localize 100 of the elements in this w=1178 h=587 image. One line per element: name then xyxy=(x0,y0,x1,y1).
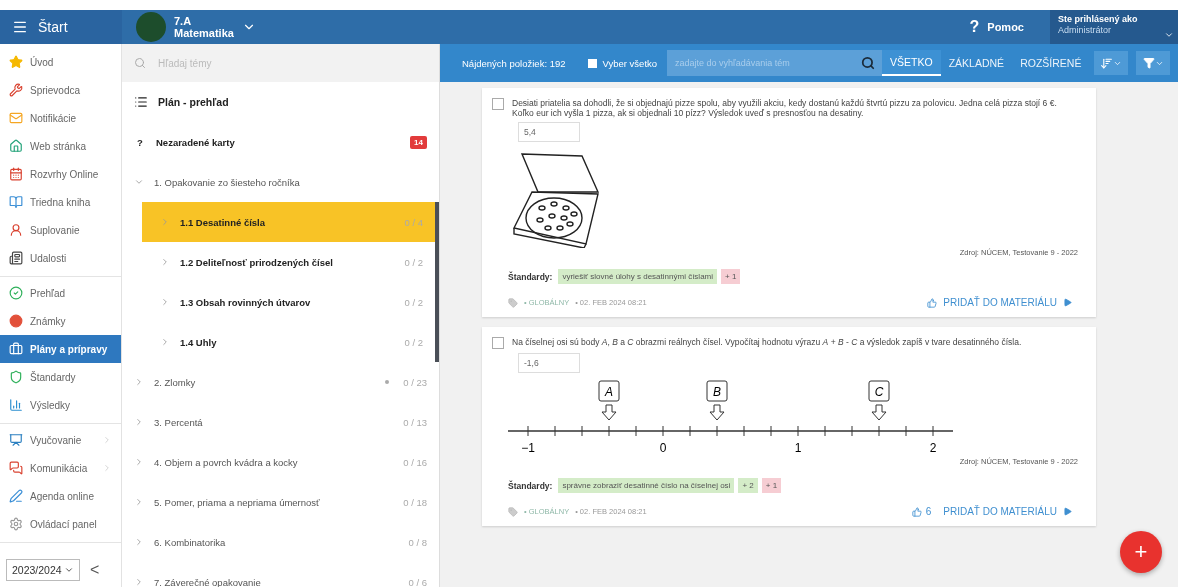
answer-field: -1,6 xyxy=(518,353,580,373)
chevron-right-icon xyxy=(134,537,144,547)
sidebar-item[interactable]: Sprievodca xyxy=(0,76,121,104)
newspaper-icon xyxy=(9,251,23,265)
card-checkbox[interactable] xyxy=(492,337,504,349)
search-button[interactable] xyxy=(854,50,883,76)
circle-icon xyxy=(9,314,23,328)
year-select[interactable]: 2023/2024 xyxy=(6,559,80,581)
sidebar-item[interactable]: Ovládací panel xyxy=(0,510,121,538)
collapse-button[interactable]: < xyxy=(90,561,100,579)
chevron-down-icon xyxy=(134,177,144,187)
standard-tag: + 1 xyxy=(721,269,741,284)
axis-label: 2 xyxy=(929,441,937,455)
shield-icon xyxy=(9,370,23,384)
sidebar-item[interactable]: Notifikácie xyxy=(0,104,121,132)
sidebar-item[interactable]: Udalosti xyxy=(0,244,121,272)
topic-count: 0 / 13 xyxy=(403,416,427,428)
sidebar-item[interactable]: Štandardy xyxy=(0,363,121,391)
play-icon xyxy=(1063,507,1072,516)
topic-count: 0 / 2 xyxy=(404,296,423,308)
book-icon xyxy=(9,195,23,209)
dot-icon xyxy=(385,380,390,384)
point-label: A xyxy=(605,385,613,399)
sidebar-item[interactable]: Triedna kniha xyxy=(0,188,121,216)
add-button[interactable]: + xyxy=(1120,531,1162,573)
standards-label: Štandardy: xyxy=(508,271,553,282)
sidebar-item[interactable]: Úvod xyxy=(0,48,121,76)
topic-count: 0 / 4 xyxy=(404,216,423,228)
calendar-icon xyxy=(9,167,23,181)
check-circle-icon xyxy=(9,286,23,300)
add-to-material-button[interactable]: PRIDAŤ DO MATERIÁLU xyxy=(921,296,1078,309)
user-menu[interactable]: Ste prihlásený ako Administrátor xyxy=(1050,10,1178,44)
user-icon xyxy=(9,223,23,237)
topic-count: 0 / 23 xyxy=(403,376,427,388)
topic-count: 0 / 6 xyxy=(408,576,427,587)
subject-name: Matematika xyxy=(174,27,234,39)
question-text: Desiati priatelia sa dohodli, že si objednajú pizze spolu, aby využili akciu, kedy dostanú každú štvrtú pizzu za polovicu. Jedna celá pizza stojí 6 €. Koľko eur ich vyšla 1 pizza, ak si objednali 10 pízz? Výsledok uveď s presnosťou na desatiny. xyxy=(512,98,1058,118)
topic-count: 0 / 8 xyxy=(408,536,427,548)
chevron-right-icon xyxy=(134,497,144,507)
bar-chart-icon xyxy=(9,398,23,412)
play-icon xyxy=(1063,298,1072,307)
topic-count: 0 / 2 xyxy=(404,256,423,268)
subtopic-item[interactable]: 1.1 Desatinné čísla 0 / 4 xyxy=(142,202,439,242)
sidebar-item[interactable]: Prehľad xyxy=(0,279,121,307)
sidebar-item[interactable]: Výsledky xyxy=(0,391,121,419)
filter-tab[interactable]: ROZŠÍRENÉ xyxy=(1012,50,1090,76)
filter-button[interactable] xyxy=(1136,51,1170,75)
sidebar-item[interactable]: Známky xyxy=(0,307,121,335)
star-icon xyxy=(9,55,23,69)
topic-count: 0 / 18 xyxy=(403,496,427,508)
chevron-right-icon xyxy=(134,417,144,427)
thumbs-up-icon xyxy=(927,297,938,308)
help-button[interactable]: ? Pomoc xyxy=(963,17,1030,37)
search-icon xyxy=(861,56,876,70)
standards-label: Štandardy: xyxy=(508,480,553,491)
search-icon xyxy=(134,57,146,69)
axis-label: 0 xyxy=(659,441,667,455)
topic-count: 0 / 2 xyxy=(404,336,423,348)
chevron-right-icon xyxy=(102,435,112,445)
class-photo-placeholder xyxy=(136,12,166,42)
sidebar-item[interactable]: Agenda online xyxy=(0,482,121,510)
settings-icon xyxy=(9,517,23,531)
axis-label: 1 xyxy=(794,441,802,455)
sidebar-item[interactable]: Rozvrhy Online xyxy=(0,160,121,188)
point-label: B xyxy=(713,385,721,399)
sidebar-item[interactable]: Komunikácia xyxy=(0,454,121,482)
chevron-right-icon xyxy=(160,337,170,347)
point-label: C xyxy=(874,385,884,399)
card-checkbox[interactable] xyxy=(492,98,504,110)
pen-icon xyxy=(9,489,23,503)
search-field[interactable]: zadajte do vyhľadávania tém xyxy=(667,50,856,76)
chevron-right-icon xyxy=(134,377,144,387)
sidebar-item[interactable]: Plány a prípravy xyxy=(0,335,121,363)
wrench-icon xyxy=(9,83,23,97)
menu-icon xyxy=(12,19,28,35)
standard-tag: + 2 xyxy=(738,478,758,493)
sidebar-item[interactable]: Web stránka xyxy=(0,132,121,160)
filter-icon xyxy=(1142,57,1155,69)
start-menu-button[interactable]: Štart xyxy=(0,10,122,44)
mail-icon xyxy=(9,111,23,125)
like-count[interactable]: 6 xyxy=(911,506,932,517)
caret-icon xyxy=(64,565,74,575)
home-icon xyxy=(9,139,23,153)
chevron-right-icon xyxy=(134,577,144,587)
list-icon xyxy=(134,95,148,109)
sidebar-item[interactable]: Vyučovanie xyxy=(0,426,121,454)
standard-tag: správne zobraziť desatinné číslo na číselnej osi xyxy=(558,478,735,493)
question-text: Na číselnej osi sú body A, B a C obrazmi reálnych čísel. Vypočítaj hodnotu výrazu A + B - C a výsledok zapíš v tvare desatinného čísla. xyxy=(512,337,1022,349)
axis-label: −1 xyxy=(521,441,535,455)
sort-button[interactable] xyxy=(1094,51,1128,75)
count-badge: 14 xyxy=(410,135,427,149)
topic-count: 0 / 16 xyxy=(403,456,427,468)
filter-tab[interactable]: VŠETKO xyxy=(882,50,941,76)
sort-icon xyxy=(1100,56,1113,70)
add-to-material-button[interactable]: PRIDAŤ DO MATERIÁLU xyxy=(937,505,1078,518)
standard-tag: vyriešiť slovné úlohy s desatinnými číslami xyxy=(558,269,717,284)
sidebar-item[interactable]: Suplovanie xyxy=(0,216,121,244)
select-all-checkbox[interactable]: Vyber všetko xyxy=(587,57,658,69)
filter-tab[interactable]: ZÁKLADNÉ xyxy=(940,50,1013,76)
answer-field: 5,4 xyxy=(518,122,580,142)
